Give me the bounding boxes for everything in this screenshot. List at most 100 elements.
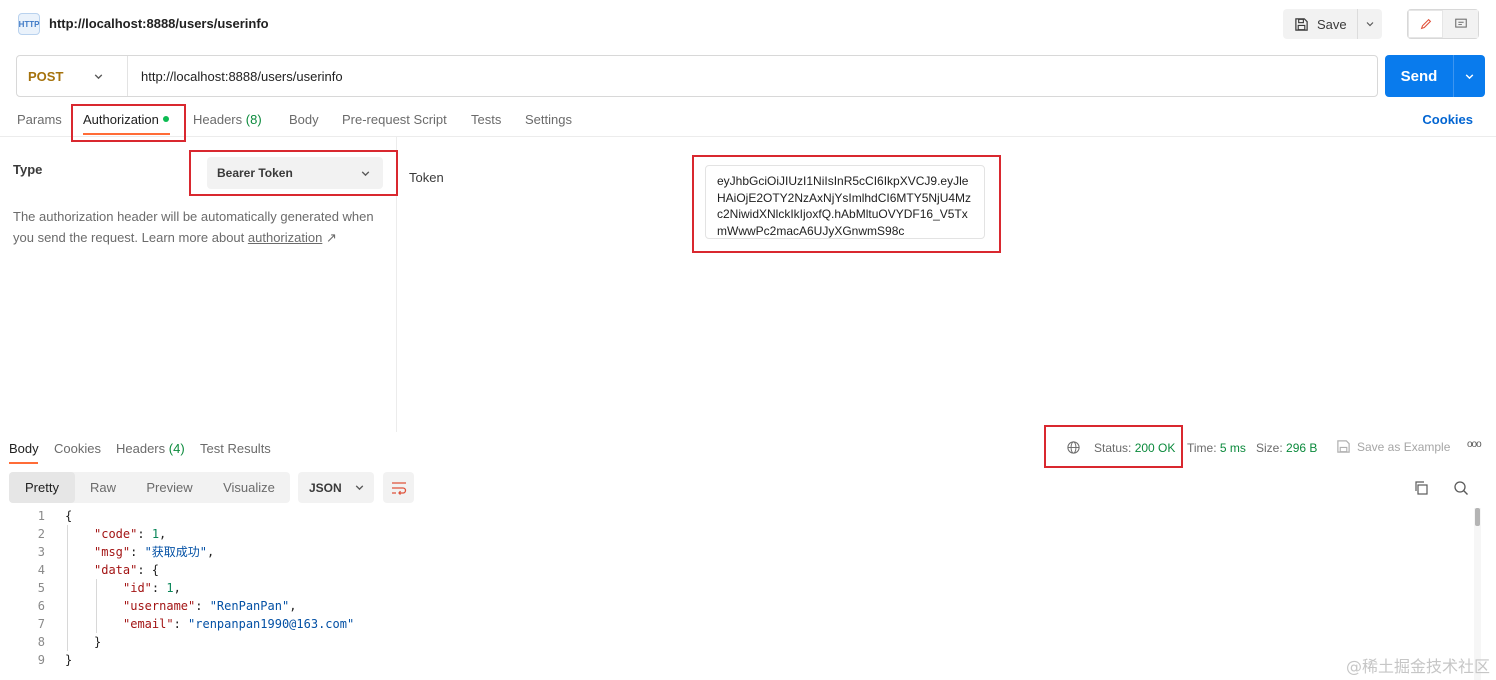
json-key: "msg" (94, 545, 131, 559)
comments-mode-button[interactable] (1443, 10, 1478, 38)
wrap-lines-icon (391, 481, 406, 495)
response-tab-body[interactable]: Body (9, 441, 39, 456)
time-value: 5 ms (1219, 441, 1246, 455)
method-label: POST (28, 68, 64, 84)
active-dot-icon (162, 116, 169, 122)
send-dropdown-button[interactable] (1453, 55, 1485, 97)
http-request-icon: HTTP (18, 13, 40, 35)
tab-params[interactable]: Params (17, 112, 62, 127)
code-line: 8} (0, 633, 1470, 651)
size-value: 296 B (1286, 441, 1318, 455)
status-label: Status: (1094, 441, 1132, 455)
tab-prerequest-script[interactable]: Pre-request Script (342, 112, 447, 127)
line-number: 2 (37, 527, 45, 541)
line-number: 7 (37, 617, 45, 631)
format-select[interactable]: JSON (298, 472, 374, 503)
tab-authorization[interactable]: Authorization (83, 112, 169, 127)
save-as-example-button[interactable]: Save as Example (1336, 439, 1450, 454)
code-text: } (65, 651, 72, 669)
time-label: Time: (1187, 441, 1217, 455)
json-key: "username" (123, 599, 196, 613)
scrollbar-thumb[interactable] (1475, 508, 1480, 526)
external-link-icon: ↗ (325, 229, 337, 245)
method-select[interactable]: POST (17, 56, 128, 96)
format-label: JSON (309, 480, 342, 495)
tab-headers-label: Headers (193, 112, 243, 127)
view-pretty[interactable]: Pretty (9, 472, 75, 503)
authorization-link[interactable]: authorization (248, 230, 322, 245)
line-number: 4 (37, 563, 45, 577)
http-icon-text: HTTP (18, 19, 40, 29)
response-tab-test-results[interactable]: Test Results (200, 441, 271, 456)
search-icon[interactable] (1452, 479, 1470, 497)
view-preview[interactable]: Preview (131, 472, 208, 503)
view-mode-toggle (1407, 9, 1479, 39)
response-body-code[interactable]: 1{ 2 "code": 1, 3 "msg": "获取成功", 4 "data": … (0, 507, 1470, 669)
tab-settings[interactable]: Settings (525, 112, 572, 127)
status-value: 200 OK (1134, 441, 1176, 455)
close-brace: } (65, 653, 73, 667)
chevron-down-icon (1465, 73, 1474, 79)
auth-type-label: Type (13, 162, 43, 177)
size-indicator[interactable]: Size: 296 B (1256, 441, 1317, 455)
code-text: "msg": "获取成功", (94, 545, 215, 559)
code-line: 3 "msg": "获取成功", (0, 543, 1470, 561)
view-raw[interactable]: Raw (75, 472, 131, 503)
response-tab-cookies[interactable]: Cookies (54, 441, 101, 456)
code-text: "data": { (94, 563, 160, 577)
json-value: 1 (166, 581, 174, 595)
token-input[interactable]: eyJhbGciOiJIUzI1NiIsInR5cCI6IkpXVCJ9.eyJ… (705, 165, 985, 239)
tab-headers[interactable]: Headers (8) (193, 112, 262, 127)
copy-icon[interactable] (1412, 479, 1430, 497)
code-text: "email": "renpanpan1990@163.com" (123, 617, 355, 631)
request-tabs: Params Authorization Headers (8) Body Pr… (0, 100, 1496, 137)
send-group: Send (1385, 55, 1485, 97)
status-indicator[interactable]: Status: 200 OK (1094, 441, 1175, 455)
response-tab-headers[interactable]: Headers (4) (116, 441, 185, 456)
json-value: "RenPanPan" (209, 599, 290, 613)
auth-type-panel: Type Bearer Token The authorization head… (0, 137, 397, 432)
chevron-down-icon (355, 485, 363, 491)
json-value: "renpanpan1990@163.com" (188, 617, 355, 631)
open-brace: { (65, 509, 73, 523)
send-button[interactable]: Send (1385, 55, 1453, 97)
line-number: 8 (37, 635, 45, 649)
line-number: 3 (37, 545, 45, 559)
line-number: 1 (37, 509, 45, 523)
code-text: } (94, 633, 101, 651)
code-line: 9} (0, 651, 1470, 669)
tab-headers-count: (8) (245, 112, 262, 127)
edit-mode-button[interactable] (1408, 10, 1443, 38)
save-button[interactable]: Save (1283, 9, 1357, 39)
line-number: 5 (37, 581, 45, 595)
cookies-link[interactable]: Cookies (1422, 112, 1473, 127)
inner-close-brace: } (94, 635, 102, 649)
tab-tests[interactable]: Tests (471, 112, 501, 127)
wrap-lines-button[interactable] (383, 472, 414, 503)
code-line: 1{ (0, 507, 1470, 525)
top-bar: HTTP http://localhost:8888/users/userinf… (0, 0, 1496, 48)
globe-icon[interactable] (1066, 440, 1081, 458)
url-input[interactable] (128, 56, 1377, 96)
code-line: 6 "username": "RenPanPan", (0, 597, 1470, 615)
chevron-down-icon (1366, 22, 1374, 27)
code-line: 4 "data": { (0, 561, 1470, 579)
request-title[interactable]: http://localhost:8888/users/userinfo (49, 16, 269, 31)
tab-body[interactable]: Body (289, 112, 319, 127)
response-tab-headers-label: Headers (116, 441, 166, 456)
auth-type-select[interactable]: Bearer Token (207, 157, 383, 189)
view-visualize[interactable]: Visualize (208, 472, 290, 503)
chevron-down-icon (361, 170, 370, 176)
pencil-icon (1420, 18, 1431, 30)
code-text: "username": "RenPanPan", (123, 599, 297, 613)
save-as-example-label: Save as Example (1357, 439, 1451, 454)
response-active-tab-underline (9, 462, 38, 464)
json-value: "获取成功" (144, 545, 208, 559)
watermark: @稀土掘金技术社区 (1345, 657, 1490, 676)
save-label: Save (1317, 16, 1347, 32)
save-dropdown-button[interactable] (1357, 9, 1382, 39)
active-tab-underline (83, 133, 170, 135)
more-options-icon[interactable]: ooo (1467, 439, 1482, 450)
time-indicator[interactable]: Time: 5 ms (1187, 441, 1246, 455)
save-icon (1337, 440, 1350, 453)
